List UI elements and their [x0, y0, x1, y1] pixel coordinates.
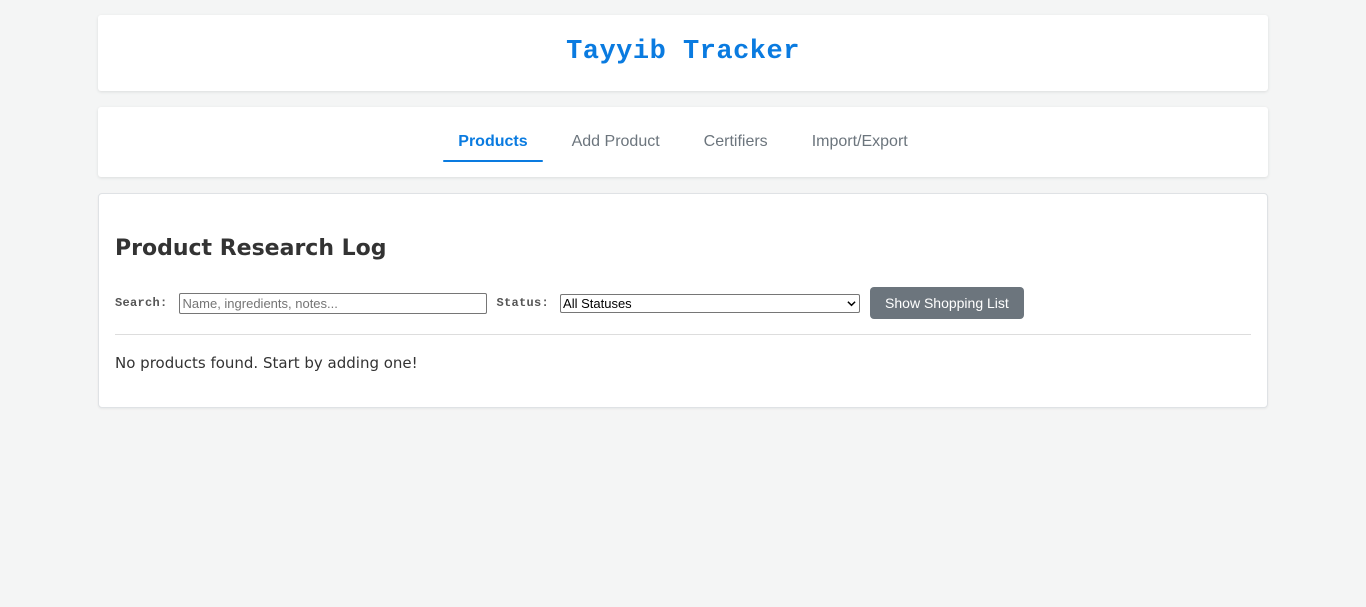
divider [115, 334, 1251, 335]
app-container: Tayyib Tracker Products Add Product Cert… [98, 15, 1268, 408]
products-panel: Product Research Log Search: Status: All… [98, 193, 1268, 408]
show-shopping-list-button[interactable]: Show Shopping List [870, 287, 1024, 319]
app-title: Tayyib Tracker [566, 37, 800, 67]
tab-certifiers[interactable]: Certifiers [689, 107, 783, 177]
search-input[interactable] [178, 292, 487, 314]
page-title: Product Research Log [115, 236, 387, 261]
search-label: Search: [115, 296, 168, 310]
status-select[interactable]: All Statuses [560, 293, 861, 313]
filter-controls: Search: Status: All Statuses Show Shoppi… [115, 287, 1251, 319]
tab-import-export[interactable]: Import/Export [797, 107, 923, 177]
chevron-down-icon [847, 300, 856, 306]
empty-state-message: No products found. Start by adding one! [115, 354, 418, 372]
status-label: Status: [496, 296, 550, 310]
status-selected-value: All Statuses [563, 295, 632, 311]
app-header: Tayyib Tracker [98, 15, 1268, 91]
main-nav: Products Add Product Certifiers Import/E… [98, 107, 1268, 177]
tab-add-product[interactable]: Add Product [557, 107, 675, 177]
tab-products[interactable]: Products [443, 107, 543, 177]
